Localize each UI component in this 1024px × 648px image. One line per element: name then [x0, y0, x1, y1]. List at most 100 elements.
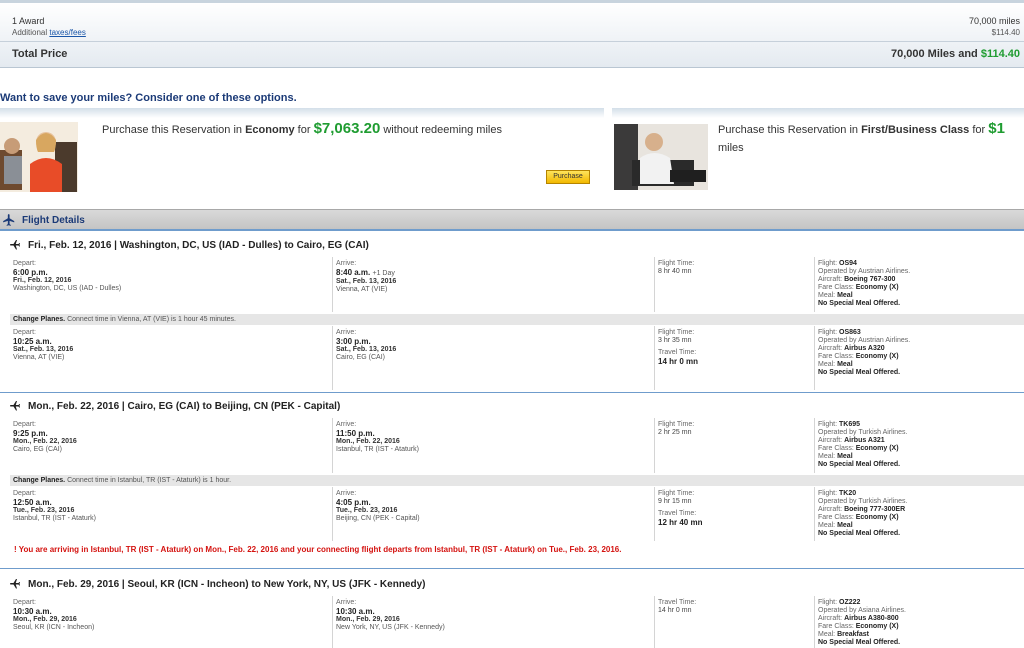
depart-date: Mon., Feb. 22, 2016: [13, 438, 77, 445]
airplane-icon: [10, 401, 20, 411]
arrive-city: Cairo, EG (CAI): [336, 354, 386, 361]
flight-details-title: Flight Details: [22, 215, 85, 226]
total-price-label: Total Price: [12, 48, 68, 60]
flight-time: 2 hr 25 mn: [658, 429, 692, 436]
flight-time-label: Flight Time:: [658, 260, 695, 267]
change-planes-label: Change Planes.: [13, 316, 66, 323]
time-cell: Flight Time: 8 hr 40 mn: [654, 257, 814, 312]
meal-value: Meal: [837, 361, 853, 368]
purchase-button[interactable]: Purchase: [546, 170, 590, 184]
depart-time: 9:25 p.m.: [13, 429, 48, 438]
time-cell: Travel Time: 14 hr 0 mn: [654, 596, 814, 648]
depart-label: Depart:: [13, 329, 36, 336]
aircraft-label: Aircraft:: [818, 615, 843, 622]
arrive-time-value: 8:40 a.m.: [336, 268, 371, 277]
arrive-date: Sat., Feb. 13, 2016: [336, 278, 397, 285]
offer-suffix: without redeeming miles: [383, 124, 502, 136]
additional-fees-label: Additional taxes/fees: [12, 28, 86, 37]
fare-class-value: Economy (X): [855, 284, 899, 291]
flight-time-label: Flight Time:: [658, 329, 695, 336]
meal: Meal: Meal: [818, 453, 1024, 461]
special-meal-value: No Special Meal Offered.: [818, 461, 901, 468]
special-meal: No Special Meal Offered.: [818, 461, 1024, 469]
aircraft-value: Boeing 777-300ER: [844, 506, 906, 513]
aircraft-value: Boeing 767-300: [844, 276, 896, 283]
depart-cell: Depart: 9:25 p.m. Mon., Feb. 22, 2016 Ca…: [10, 418, 332, 473]
arrive-city: Vienna, AT (VIE): [336, 286, 388, 293]
offer-for: for: [972, 124, 986, 136]
depart-city: Washington, DC, US (IAD - Dulles): [13, 285, 122, 292]
airplane-icon: [3, 214, 15, 226]
airplane-icon: [10, 240, 20, 250]
offer-prefix: Purchase this Reservation in: [102, 124, 243, 136]
flight-number: Flight: TK20: [818, 490, 1024, 498]
price-divider: [0, 41, 1024, 42]
meal-value: Breakfast: [837, 631, 869, 638]
fare-class-value: Economy (X): [855, 623, 899, 630]
arrive-label: Arrive:: [336, 599, 357, 606]
depart-date: Mon., Feb. 29, 2016: [13, 616, 77, 623]
flight-number: Flight: TK695: [818, 421, 1024, 429]
flight-leg: Depart: 9:25 p.m. Mon., Feb. 22, 2016 Ca…: [10, 418, 1024, 473]
travel-time-label: Travel Time:: [658, 599, 697, 606]
arrive-time: 10:30 a.m.: [336, 607, 375, 616]
fare-class: Fare Class: Economy (X): [818, 445, 1024, 453]
total-price-value: 70,000 Miles and $114.40: [891, 48, 1020, 60]
operated-by: Operated by Austrian Airlines.: [818, 337, 911, 344]
flight-time: 3 hr 35 mn: [658, 337, 692, 344]
arrive-time: 11:50 p.m.: [336, 429, 375, 438]
aircraft-value: Airbus A380-800: [844, 615, 899, 622]
fare-class-value: Economy (X): [855, 445, 899, 452]
depart-time: 12:50 a.m.: [13, 498, 52, 507]
connect-time: Connect time in Vienna, AT (VIE) is 1 ho…: [67, 316, 236, 323]
business-passenger-photo: [614, 124, 708, 190]
depart-city: Istanbul, TR (IST - Ataturk): [13, 515, 96, 522]
business-price: $1: [988, 120, 1005, 137]
operated-by: Operated by Austrian Airlines.: [818, 268, 911, 275]
flight-time-label: Flight Time:: [658, 490, 695, 497]
flight-leg: Depart: 10:25 a.m. Sat., Feb. 13, 2016 V…: [10, 326, 1024, 390]
meal-value: Meal: [837, 522, 853, 529]
segment-divider: [0, 568, 1024, 569]
aircraft-value: Airbus A321: [844, 437, 885, 444]
arrive-cell: Arrive: 11:50 p.m. Mon., Feb. 22, 2016 I…: [332, 418, 654, 473]
passengers-photo: [0, 122, 78, 192]
arrive-time: 4:05 p.m.: [336, 498, 371, 507]
flight-number: Flight: OZ222: [818, 599, 1024, 607]
offer-cabin: First/Business Class: [861, 124, 970, 136]
flight-time-label: Flight Time:: [658, 421, 695, 428]
fare-class-value: Economy (X): [855, 353, 899, 360]
arrive-city: New York, NY, US (JFK - Kennedy): [336, 624, 445, 631]
flight-label: Flight:: [818, 329, 838, 336]
arrive-cell: Arrive: 4:05 p.m. Tue., Feb. 23, 2016 Be…: [332, 487, 654, 541]
flight-label: Flight:: [818, 490, 838, 497]
award-fees: $114.40: [991, 28, 1020, 37]
meal-label: Meal:: [818, 361, 836, 368]
time-cell: Flight Time: 9 hr 15 mn Travel Time: 12 …: [654, 487, 814, 541]
depart-city: Cairo, EG (CAI): [13, 446, 63, 453]
flight-leg: Depart: 10:30 a.m. Mon., Feb. 29, 2016 S…: [10, 596, 1024, 648]
meal: Meal: Meal: [818, 292, 1024, 300]
taxes-fees-link[interactable]: taxes/fees: [49, 28, 85, 37]
change-planes-bar: Change Planes. Connect time in Istanbul,…: [10, 475, 1024, 486]
arrive-cell: Arrive: 8:40 a.m. +1 Day Sat., Feb. 13, …: [332, 257, 654, 312]
depart-label: Depart:: [13, 260, 36, 267]
flight-number-value: TK20: [839, 490, 857, 497]
segment-header: Mon., Feb. 22, 2016 | Cairo, EG (CAI) to…: [0, 396, 1024, 416]
depart-date: Tue., Feb. 23, 2016: [13, 507, 75, 514]
depart-time: 6:00 p.m.: [13, 268, 48, 277]
offer-cabin: Economy: [245, 124, 295, 136]
flight-info-cell: Flight: TK695 Operated by Turkish Airlin…: [814, 418, 1024, 473]
fare-class-label: Fare Class:: [818, 284, 854, 291]
special-meal-value: No Special Meal Offered.: [818, 639, 901, 646]
operated-by: Operated by Turkish Airlines.: [818, 429, 908, 436]
fare-class: Fare Class: Economy (X): [818, 284, 1024, 292]
time-cell: Flight Time: 2 hr 25 mn: [654, 418, 814, 473]
depart-city: Vienna, AT (VIE): [13, 354, 65, 361]
travel-time-label: Travel Time:: [658, 510, 697, 517]
flight-leg: Depart: 12:50 a.m. Tue., Feb. 23, 2016 I…: [10, 487, 1024, 541]
aircraft-label: Aircraft:: [818, 437, 843, 444]
aircraft-value: Airbus A320: [844, 345, 885, 352]
economy-purchase-offer: Purchase this Reservation in Economy for…: [0, 108, 604, 192]
special-meal: No Special Meal Offered.: [818, 639, 1024, 647]
